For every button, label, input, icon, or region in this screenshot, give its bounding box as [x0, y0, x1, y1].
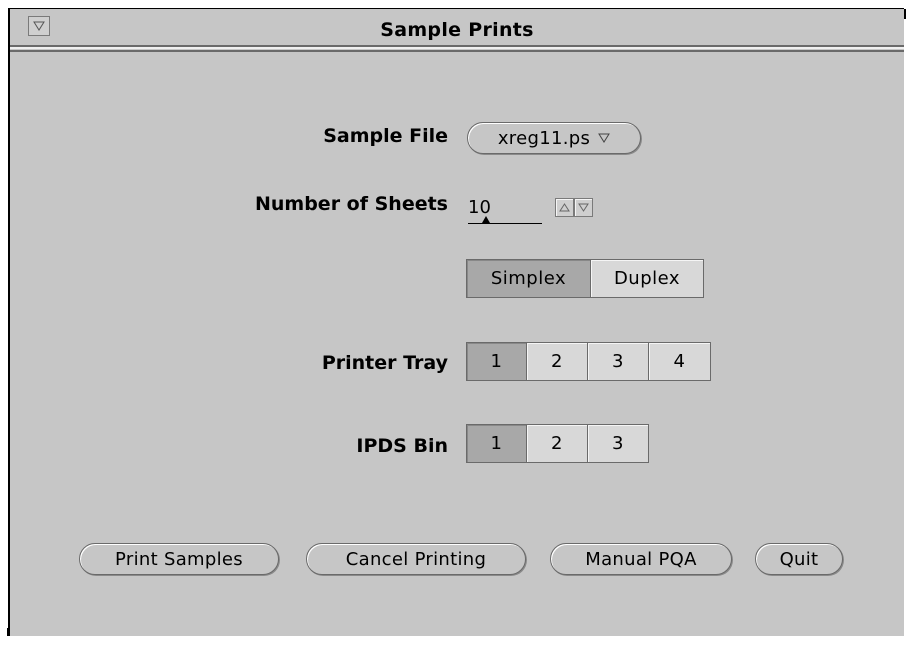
printer-tray-option-1[interactable]: 1: [466, 342, 527, 381]
manual-pqa-button[interactable]: Manual PQA: [550, 543, 732, 575]
number-of-sheets-label: Number of Sheets: [254, 193, 448, 215]
ipds-bin-label: IPDS Bin: [356, 435, 448, 457]
sample-file-dropdown[interactable]: xreg11.ps: [467, 122, 641, 154]
ipds-bin-option-3[interactable]: 3: [587, 424, 649, 463]
printer-tray-selector: 1 2 3 4: [466, 342, 711, 381]
triangle-down-icon: [578, 203, 589, 212]
cancel-printing-button[interactable]: Cancel Printing: [306, 543, 526, 575]
number-of-sheets-input[interactable]: 10: [468, 197, 542, 224]
print-samples-button[interactable]: Print Samples: [79, 543, 279, 575]
printer-tray-label: Printer Tray: [321, 352, 448, 374]
sample-file-label: Sample File: [323, 125, 448, 147]
simplex-option[interactable]: Simplex: [466, 259, 591, 298]
triangle-up-icon: [559, 203, 570, 212]
title-divider-lower: [10, 50, 904, 52]
window-corner-mark: [7, 628, 9, 636]
title-bar[interactable]: Sample Prints: [10, 9, 904, 45]
printer-tray-option-4[interactable]: 4: [648, 342, 711, 381]
ipds-bin-option-2[interactable]: 2: [526, 424, 588, 463]
duplex-option[interactable]: Duplex: [590, 259, 704, 298]
sample-file-value: xreg11.ps: [497, 127, 591, 149]
sample-prints-window: Sample Prints Sample File xreg11.ps Numb…: [7, 8, 906, 636]
printer-tray-option-3[interactable]: 3: [587, 342, 649, 381]
triangle-down-icon: [598, 133, 611, 143]
number-of-sheets-value: 10: [468, 197, 491, 218]
quit-button[interactable]: Quit: [755, 543, 843, 575]
window-title: Sample Prints: [380, 19, 534, 41]
text-caret: [482, 216, 490, 223]
title-divider-highlight: [10, 47, 904, 49]
sheets-decrement-button[interactable]: [574, 198, 593, 217]
sides-selector: Simplex Duplex: [466, 259, 704, 298]
sheets-increment-button[interactable]: [555, 198, 574, 217]
ipds-bin-selector: 1 2 3: [466, 424, 649, 463]
printer-tray-option-2[interactable]: 2: [526, 342, 588, 381]
ipds-bin-option-1[interactable]: 1: [466, 424, 527, 463]
